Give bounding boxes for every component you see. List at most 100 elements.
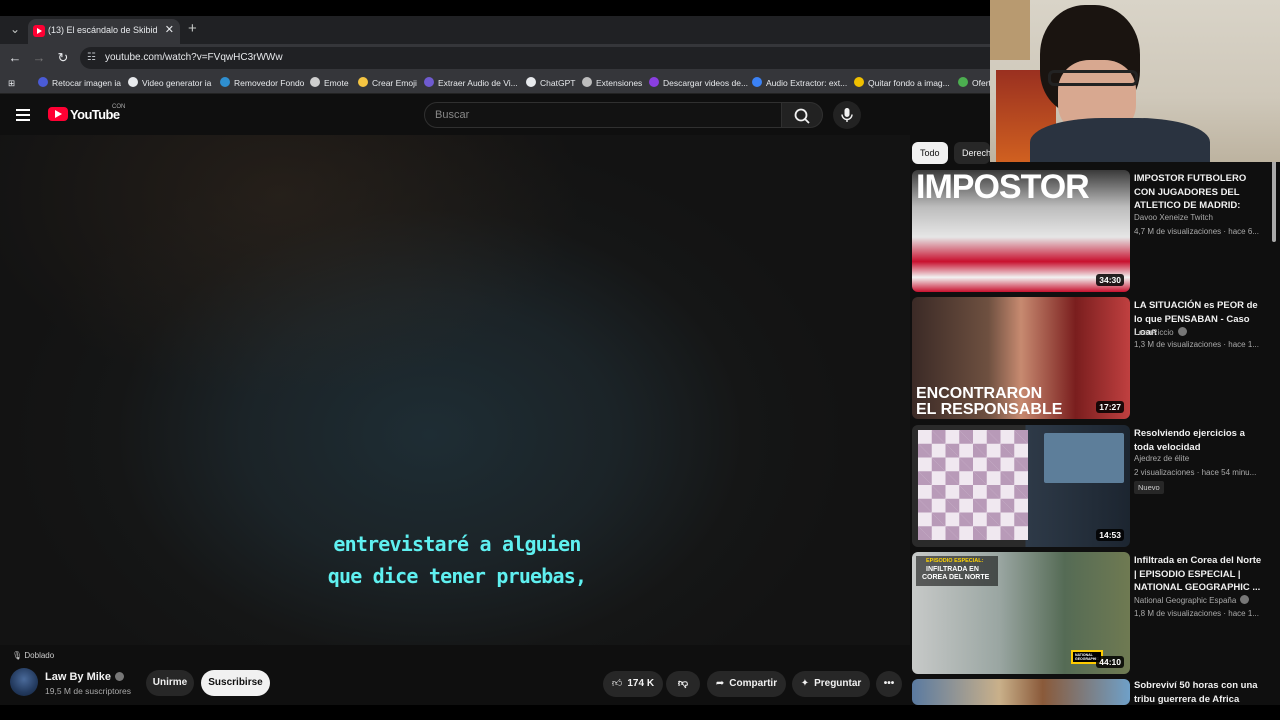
bookmark-label: Audio Extractor: ext... (766, 78, 848, 88)
tab-close-icon[interactable]: ✕ (165, 23, 174, 36)
bookmark-item[interactable]: Video generator ia (128, 76, 211, 90)
video-duration: 34:30 (1096, 274, 1124, 286)
bookmark-label: Retocar imagen ia (52, 78, 121, 88)
video-duration: 14:53 (1096, 529, 1124, 541)
join-button[interactable]: Unirme (146, 670, 194, 696)
tab-search-chevron-icon[interactable]: ⌄ (6, 20, 24, 38)
video-player[interactable]: entrevistaré a alguien que dice tener pr… (0, 135, 910, 645)
video-title[interactable]: Infiltrada en Corea del Norte | EPISODIO… (1134, 554, 1264, 595)
video-thumbnail[interactable]: EPISODIO ESPECIAL: INFILTRADA EN COREA D… (912, 552, 1130, 674)
youtube-logo-icon[interactable] (48, 107, 68, 121)
address-bar[interactable]: ☷ youtube.com/watch?v=FVqwHC3rWWw (80, 47, 990, 69)
channel-name-wrap[interactable]: LeanRiccio (1134, 327, 1187, 337)
bookmark-item[interactable]: ChatGPT (526, 76, 575, 90)
search-placeholder: Buscar (435, 109, 470, 121)
bookmark-item[interactable]: Extensiones (582, 76, 642, 90)
video-title[interactable]: IMPOSTOR FUTBOLERO CON JUGADORES DEL ATL… (1134, 172, 1264, 213)
youtube-header: YouTube CON Buscar (0, 95, 910, 135)
back-arrow-icon[interactable]: ← (7, 50, 23, 66)
person-shirt (1030, 118, 1210, 162)
bookmark-favicon-icon (526, 77, 536, 87)
video-duration: 17:27 (1096, 401, 1124, 413)
bookmark-label: Removedor Fondo (234, 78, 305, 88)
share-button[interactable]: ➦ Compartir (707, 671, 786, 697)
recommendation-item[interactable]: 14:53 Resolviendo ejercicios a toda velo… (912, 425, 1272, 547)
more-horizontal-icon: ••• (883, 678, 895, 689)
video-thumbnail[interactable] (912, 679, 1130, 705)
country-code: CON (112, 104, 126, 110)
ask-label: Preguntar (814, 678, 862, 689)
bottom-bar (0, 705, 1280, 720)
bookmark-item[interactable]: Quitar fondo a imag... (854, 76, 950, 90)
dubbed-icon: 🎙 (12, 651, 23, 660)
new-tab-plus-icon[interactable]: + (188, 20, 197, 37)
channel-name-link[interactable]: Law By Mike (45, 671, 125, 683)
like-count: 174 K (627, 678, 655, 689)
recommendation-item[interactable]: IMPOSTOR 34:30 IMPOSTOR FUTBOLERO CON JU… (912, 170, 1272, 292)
recommendation-item[interactable]: ENCONTRARON EL RESPONSABLE 17:27 LA SITU… (912, 297, 1272, 419)
bookmark-label: Extraer Audio de Vi... (438, 78, 518, 88)
channel-name[interactable]: Davoo Xeneize Twitch (1134, 213, 1213, 222)
channel-name-wrap[interactable]: National Geographic España (1134, 595, 1250, 605)
video-duration: 44:10 (1096, 656, 1124, 668)
hamburger-menu-icon[interactable] (16, 109, 30, 121)
recommendation-item[interactable]: Sobreviví 50 horas con una tribu guerrer… (912, 679, 1272, 705)
voice-search-button[interactable] (833, 101, 861, 129)
browser-toolbar: ← → ↻ ☷ youtube.com/watch?v=FVqwHC3rWWw (0, 44, 990, 72)
video-thumbnail[interactable]: IMPOSTOR 34:30 (912, 170, 1130, 292)
active-tab[interactable]: (13) El escándalo de Skibidi Toilet ✕ (28, 19, 180, 44)
subscribe-button[interactable]: Suscribirse (201, 670, 270, 696)
video-title[interactable]: Sobreviví 50 horas con una tribu guerrer… (1134, 679, 1264, 705)
bookmark-item[interactable]: Retocar imagen ia (38, 76, 121, 90)
chessboard-image (918, 430, 1028, 540)
sparkle-icon: ✦ (800, 678, 810, 689)
dislike-button[interactable]: 👎︎ (666, 671, 700, 697)
share-label: Compartir (729, 678, 778, 689)
apps-grid-icon[interactable]: ⊞ (8, 76, 15, 90)
reload-icon[interactable]: ↻ (55, 50, 71, 66)
chip-rights[interactable]: Derechos (954, 142, 990, 164)
bookmark-favicon-icon (358, 77, 368, 87)
thumbs-down-icon: 👎︎ (677, 678, 689, 689)
bookmark-item[interactable]: Extraer Audio de Vi... (424, 76, 518, 90)
scrollbar-thumb[interactable] (1272, 160, 1276, 242)
sidebar-scrollbar[interactable] (1270, 160, 1278, 705)
thumbnail-text-2: INFILTRADA EN (926, 566, 979, 573)
channel-name: National Geographic España (1134, 596, 1237, 605)
bookmarks-bar: ⊞ Retocar imagen ia Video generator ia Rem… (0, 72, 990, 94)
search-button[interactable] (781, 102, 823, 128)
more-actions-button[interactable]: ••• (876, 671, 902, 697)
bookmark-item[interactable]: Removedor Fondo (220, 76, 304, 90)
channel-avatar[interactable] (10, 668, 38, 696)
chip-all[interactable]: Todo (912, 142, 948, 164)
like-button[interactable]: 👍︎ 174 K (603, 671, 663, 697)
glasses (1048, 70, 1138, 86)
thumbnail-text-3: COREA DEL NORTE (922, 574, 990, 581)
video-title[interactable]: Resolviendo ejercicios a toda velocidad (1134, 427, 1264, 454)
site-info-icon[interactable]: ☷ (87, 52, 96, 63)
search-icon (794, 108, 810, 124)
bookmark-favicon-icon (424, 77, 434, 87)
thumbs-up-icon: 👍︎ (611, 678, 623, 689)
bookmark-item[interactable]: Emote (310, 76, 349, 90)
bookmark-label: Ofert (972, 78, 990, 88)
bookmark-item[interactable]: Crear Emoji (358, 76, 417, 90)
video-thumbnail[interactable]: 14:53 (912, 425, 1130, 547)
channel-name[interactable]: Ajedrez de élite (1134, 454, 1189, 463)
thumbnail-title: IMPOSTOR (916, 170, 1090, 206)
ask-button[interactable]: ✦ Preguntar (792, 671, 870, 697)
verified-icon (1177, 327, 1187, 336)
forward-arrow-icon[interactable]: → (31, 50, 47, 66)
microphone-icon (841, 108, 853, 122)
recommendation-item[interactable]: EPISODIO ESPECIAL: INFILTRADA EN COREA D… (912, 552, 1272, 674)
bookmark-item[interactable]: Descargar videos de... (649, 76, 748, 90)
video-thumbnail[interactable]: ENCONTRARON EL RESPONSABLE 17:27 (912, 297, 1130, 419)
caption-line-2: que dice tener pruebas, (327, 564, 587, 588)
bookmark-label: Emote (324, 78, 349, 88)
bookmark-item[interactable]: Ofert (958, 76, 990, 90)
streamer-camera-image (1044, 433, 1124, 483)
search-input[interactable]: Buscar (424, 102, 782, 128)
video-metadata: 2 visualizaciones · hace 54 minu... (1134, 468, 1257, 477)
dubbed-label: Doblado (24, 651, 55, 660)
bookmark-item[interactable]: Audio Extractor: ext... (752, 76, 847, 90)
